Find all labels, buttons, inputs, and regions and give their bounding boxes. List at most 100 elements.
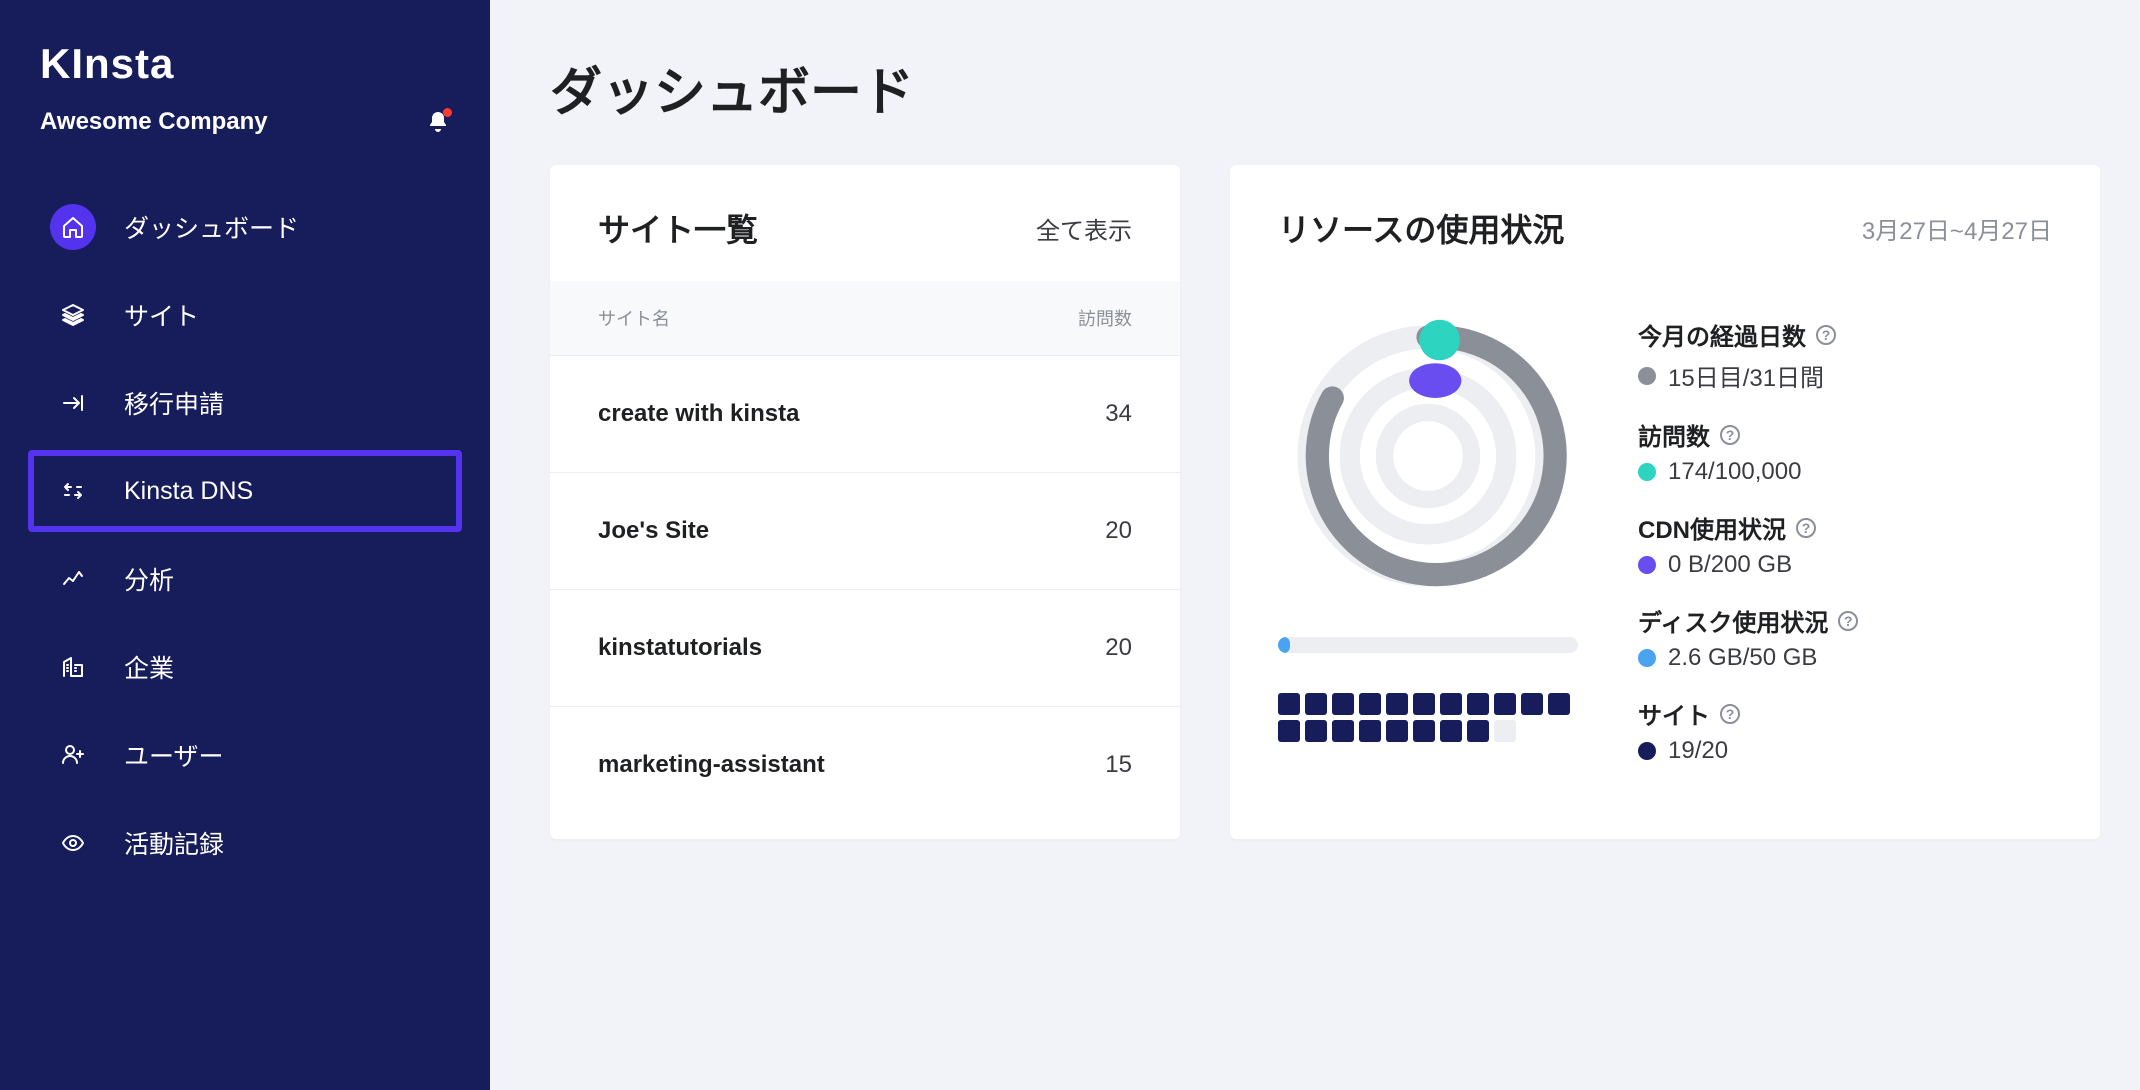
legend-label: ディスク使用状況 ?	[1638, 603, 2052, 638]
site-visits: 15	[1012, 751, 1132, 779]
cards-row: サイト一覧 全て表示 サイト名 訪問数 create with kinsta 3…	[550, 165, 2100, 839]
layers-icon	[61, 303, 85, 327]
legend-value: 2.6 GB/50 GB	[1638, 644, 2052, 672]
legend-item: 訪問数 ? 174/100,000	[1638, 417, 2052, 486]
site-square	[1521, 693, 1543, 715]
nav-item-6[interactable]: ユーザー	[28, 714, 462, 796]
analytics-icon-wrap	[50, 556, 96, 602]
site-square	[1359, 720, 1381, 742]
legend-item: 今月の経過日数 ? 15日目/31日間	[1638, 317, 2052, 393]
site-square	[1305, 693, 1327, 715]
sites-squares	[1278, 693, 1578, 742]
site-square	[1386, 693, 1408, 715]
site-square	[1278, 720, 1300, 742]
sites-card-header: サイト一覧 全て表示	[550, 165, 1180, 281]
resources-card: リソースの使用状況 3月27日~4月27日	[1230, 165, 2100, 839]
site-square	[1494, 720, 1516, 742]
resources-card-header: リソースの使用状況 3月27日~4月27日	[1230, 165, 2100, 281]
disk-bar-fill	[1278, 637, 1290, 653]
site-name: marketing-assistant	[598, 751, 1012, 779]
layers-icon-wrap	[50, 292, 96, 338]
help-icon[interactable]: ?	[1816, 325, 1836, 345]
help-icon[interactable]: ?	[1796, 518, 1816, 538]
help-icon[interactable]: ?	[1720, 704, 1740, 724]
legend-value: 19/20	[1638, 737, 2052, 765]
site-square	[1494, 693, 1516, 715]
dns-icon	[61, 479, 85, 503]
nav-label: ダッシュボード	[124, 209, 299, 245]
legend-dot	[1638, 367, 1656, 385]
site-square	[1413, 693, 1435, 715]
legend-label: 訪問数 ?	[1638, 417, 2052, 452]
table-row[interactable]: Joe's Site 20	[550, 472, 1180, 589]
legend-dot	[1638, 742, 1656, 760]
nav-item-7[interactable]: 活動記録	[28, 802, 462, 884]
legend-label: CDN使用状況 ?	[1638, 510, 2052, 545]
activity-icon	[61, 831, 85, 855]
nav-label: ユーザー	[124, 737, 224, 773]
activity-icon-wrap	[50, 820, 96, 866]
nav-label: 分析	[124, 561, 174, 597]
brand-logo: KInsta	[0, 30, 490, 96]
resources-card-title: リソースの使用状況	[1278, 205, 1564, 251]
analytics-icon	[61, 567, 85, 591]
site-square	[1332, 720, 1354, 742]
nav-label: サイト	[124, 297, 199, 333]
site-square	[1386, 720, 1408, 742]
site-visits: 34	[1012, 400, 1132, 428]
site-square	[1467, 720, 1489, 742]
disk-bar	[1278, 637, 1578, 653]
company-icon	[61, 655, 85, 679]
site-visits: 20	[1012, 517, 1132, 545]
nav-item-1[interactable]: サイト	[28, 274, 462, 356]
site-name: create with kinsta	[598, 400, 1012, 428]
dns-icon-wrap	[50, 468, 96, 514]
notifications-button[interactable]	[426, 110, 450, 134]
sites-table-head: サイト名 訪問数	[550, 281, 1180, 355]
help-icon[interactable]: ?	[1720, 425, 1740, 445]
legend-item: ディスク使用状況 ? 2.6 GB/50 GB	[1638, 603, 2052, 672]
notification-dot	[443, 108, 452, 117]
users-icon	[61, 743, 85, 767]
legend-value: 174/100,000	[1638, 458, 2052, 486]
nav-item-2[interactable]: 移行申請	[28, 362, 462, 444]
site-square	[1305, 720, 1327, 742]
site-name: Joe's Site	[598, 517, 1012, 545]
page-title: ダッシュボード	[550, 50, 2100, 125]
legend-dot	[1638, 556, 1656, 574]
house-icon-wrap	[50, 204, 96, 250]
nav-label: 企業	[124, 649, 174, 685]
nav-item-5[interactable]: 企業	[28, 626, 462, 708]
site-square	[1359, 693, 1381, 715]
nav-item-0[interactable]: ダッシュボード	[28, 186, 462, 268]
legend: 今月の経過日数 ? 15日目/31日間 訪問数 ? 174/100,000 CD…	[1638, 311, 2052, 789]
table-row[interactable]: kinstatutorials 20	[550, 589, 1180, 706]
table-row[interactable]: marketing-assistant 15	[550, 706, 1180, 823]
nav-item-4[interactable]: 分析	[28, 538, 462, 620]
legend-item: CDN使用状況 ? 0 B/200 GB	[1638, 510, 2052, 579]
nav-item-3[interactable]: Kinsta DNS	[28, 450, 462, 532]
legend-dot	[1638, 649, 1656, 667]
site-name: kinstatutorials	[598, 634, 1012, 662]
legend-label: 今月の経過日数 ?	[1638, 317, 2052, 352]
site-square	[1413, 720, 1435, 742]
help-icon[interactable]: ?	[1838, 611, 1858, 631]
users-icon-wrap	[50, 732, 96, 778]
company-icon-wrap	[50, 644, 96, 690]
main: ダッシュボード サイト一覧 全て表示 サイト名 訪問数 create with …	[490, 0, 2140, 1090]
site-square	[1467, 693, 1489, 715]
legend-value: 0 B/200 GB	[1638, 551, 2052, 579]
table-row[interactable]: create with kinsta 34	[550, 355, 1180, 472]
migrate-icon	[61, 391, 85, 415]
sidebar: KInsta Awesome Company ダッシュボード サイト 移行申請 …	[0, 0, 490, 1090]
sites-card-title: サイト一覧	[598, 205, 758, 251]
site-visits: 20	[1012, 634, 1132, 662]
site-square	[1278, 693, 1300, 715]
site-square	[1548, 693, 1570, 715]
migrate-icon-wrap	[50, 380, 96, 426]
site-square	[1440, 720, 1462, 742]
nav-label: Kinsta DNS	[124, 477, 253, 506]
site-square	[1440, 693, 1462, 715]
view-all-link[interactable]: 全て表示	[1036, 211, 1132, 246]
donut-chart	[1283, 311, 1573, 601]
